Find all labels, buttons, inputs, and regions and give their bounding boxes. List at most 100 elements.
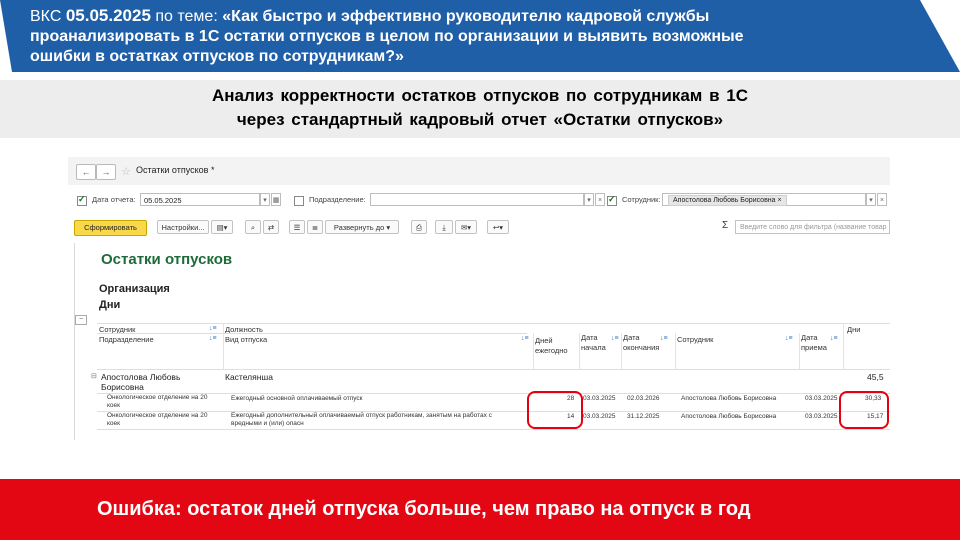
report-group-days: Дни — [99, 299, 121, 311]
row-collapse-icon[interactable]: ⊟ — [91, 372, 97, 380]
col-separator — [621, 333, 622, 369]
settings-button[interactable]: Настройки... — [157, 220, 209, 234]
col-separator — [223, 323, 224, 369]
print-icon[interactable]: ⎙ — [411, 220, 427, 234]
sort-icon[interactable]: ↓≡ — [209, 325, 217, 332]
slide-header: ВКС 05.05.2025 по теме: «Как быстро и эф… — [0, 0, 960, 72]
date-dropdown-icon[interactable]: ▾ — [260, 193, 270, 206]
window-titlebar: ← → ☆ Остатки отпусков * — [68, 157, 890, 185]
header-topic-line3: ошибки в остатках отпусков по сотрудника… — [30, 48, 404, 65]
header-prefix: ВКС — [30, 8, 62, 25]
col-start-header: Дата начала — [581, 333, 606, 352]
header-top-line — [97, 323, 890, 324]
subtitle-line2: через стандартный кадровый отчет «Остатк… — [236, 110, 724, 129]
share-menu-icon[interactable]: ↩▾ — [487, 220, 509, 234]
col-separator — [843, 323, 844, 369]
find-replace-icon[interactable]: ⇄ — [263, 220, 279, 234]
dept-filter-label: Подразделение: — [309, 195, 366, 204]
sort-icon[interactable]: ↓≡ — [660, 335, 668, 342]
col-vacation-type-header: Вид отпуска — [225, 335, 268, 344]
employee-clear-icon[interactable]: × — [877, 193, 887, 206]
date-field[interactable]: 05.05.2025 — [140, 193, 260, 206]
find-icon[interactable]: ⌕ — [245, 220, 261, 234]
tree-collapse-icon[interactable]: − — [75, 315, 87, 325]
collapse-icon[interactable]: ☰ — [289, 220, 305, 234]
col-end-header: Дата окончания — [623, 333, 660, 352]
row-line — [97, 429, 890, 430]
report-area: Остатки отпусков Организация Дни − Сотру… — [74, 243, 890, 440]
header-bottom-line — [97, 369, 890, 370]
employee-filter-label: Сотрудник: — [622, 195, 661, 204]
col-days-yearly-header: Дней ежегодно — [535, 336, 568, 355]
calendar-icon[interactable]: ▦ — [271, 193, 281, 206]
row-hired: 03.03.2025 — [805, 413, 838, 420]
tag-remove-icon[interactable]: × — [778, 197, 782, 204]
employee-name-line2: Борисовна — [101, 382, 144, 392]
sort-icon[interactable]: ↓≡ — [209, 335, 217, 342]
save-icon[interactable]: ⤓ — [435, 220, 453, 234]
expand-icon[interactable]: ≣ — [307, 220, 323, 234]
sum-icon[interactable]: Σ — [722, 220, 728, 231]
days-highlight-oval — [527, 391, 583, 429]
report-window: ← → ☆ Остатки отпусков * Дата отчета: 05… — [68, 157, 890, 440]
back-button[interactable]: ← — [76, 164, 96, 180]
variants-menu-icon[interactable]: ▤▾ — [211, 220, 233, 234]
sort-icon[interactable]: ↓≡ — [611, 335, 619, 342]
expand-to-button[interactable]: Развернуть до ▾ — [325, 220, 399, 234]
employee-dropdown-icon[interactable]: ▾ — [866, 193, 876, 206]
dept-dropdown-icon[interactable]: ▾ — [584, 193, 594, 206]
employee-position: Кастелянша — [225, 372, 273, 382]
col-separator — [579, 333, 580, 369]
favorite-star-icon[interactable]: ☆ — [121, 165, 131, 178]
window-title: Остатки отпусков * — [136, 165, 215, 175]
sort-icon[interactable]: ↓≡ — [785, 335, 793, 342]
error-banner-text: Ошибка: остаток дней отпуска больше, чем… — [97, 498, 751, 520]
balance-highlight-oval — [839, 391, 889, 429]
expand-to-label: Развернуть до — [333, 223, 385, 232]
col-days-header: Дни — [847, 325, 861, 334]
col-employee2-header: Сотрудник — [677, 335, 714, 344]
employee-filter-checkbox[interactable] — [607, 194, 617, 206]
header-topic-intro: по теме: — [155, 8, 218, 25]
report-group-organization: Организация — [99, 283, 170, 295]
send-menu-icon[interactable]: ✉▾ — [455, 220, 477, 234]
col-separator — [675, 333, 676, 369]
col-hire-header: Дата приема — [801, 333, 827, 352]
col-separator — [799, 333, 800, 369]
generate-button[interactable]: Сформировать — [74, 220, 147, 236]
dept-field[interactable] — [370, 193, 584, 206]
date-filter-label: Дата отчета: — [92, 195, 136, 204]
sort-icon[interactable]: ↓≡ — [521, 335, 529, 342]
employee-name-line1: Апостолова Любовь — [101, 372, 181, 382]
forward-button[interactable]: → — [96, 164, 116, 180]
row-employee: Апостолова Любовь Борисовна — [681, 395, 777, 402]
dept-clear-icon[interactable]: × — [595, 193, 605, 206]
row-department: Онкологическое отделение на 20 коек — [107, 412, 208, 427]
toolbar: Сформировать Настройки... ▤▾ ⌕ ⇄ ☰ ≣ Раз… — [68, 219, 890, 237]
row-hired: 03.03.2025 — [805, 395, 838, 402]
date-filter-checkbox[interactable] — [77, 194, 87, 206]
header-mid-line — [97, 333, 527, 334]
row-start: 03.03.2025 — [583, 413, 616, 420]
row-vacation-type: Ежегодный дополнительный оплачиваемый от… — [231, 412, 492, 427]
col-department-header: Подразделение — [99, 335, 154, 344]
row-end: 02.03.2026 — [627, 395, 660, 402]
filter-search-input[interactable]: Введите слово для фильтра (название това… — [735, 220, 890, 234]
col-separator — [533, 333, 534, 369]
header-date: 05.05.2025 — [65, 6, 151, 25]
header-topic-line2: проанализировать в 1С остатки отпусков в… — [30, 28, 744, 45]
row-end: 31.12.2025 — [627, 413, 660, 420]
header-corner-left — [0, 0, 12, 72]
subtitle-band: Анализ корректности остатков отпусков по… — [0, 80, 960, 138]
subtitle-line1: Анализ корректности остатков отпусков по… — [212, 86, 748, 105]
employee-tag[interactable]: Апостолова Любовь Борисовна × — [668, 195, 787, 206]
header-text: ВКС 05.05.2025 по теме: «Как быстро и эф… — [30, 6, 930, 67]
dept-filter-checkbox[interactable] — [294, 196, 304, 206]
row-start: 03.03.2025 — [583, 395, 616, 402]
sort-icon[interactable]: ↓≡ — [830, 335, 838, 342]
report-title: Остатки отпусков — [101, 251, 233, 268]
header-topic-line1: «Как быстро и эффективно руководителю ка… — [222, 8, 710, 25]
error-banner: Ошибка: остаток дней отпуска больше, чем… — [0, 479, 960, 540]
filter-row: Дата отчета: 05.05.2025 ▾ ▦ Подразделени… — [68, 192, 890, 210]
row-department: Онкологическое отделение на 20 коек — [107, 394, 208, 409]
